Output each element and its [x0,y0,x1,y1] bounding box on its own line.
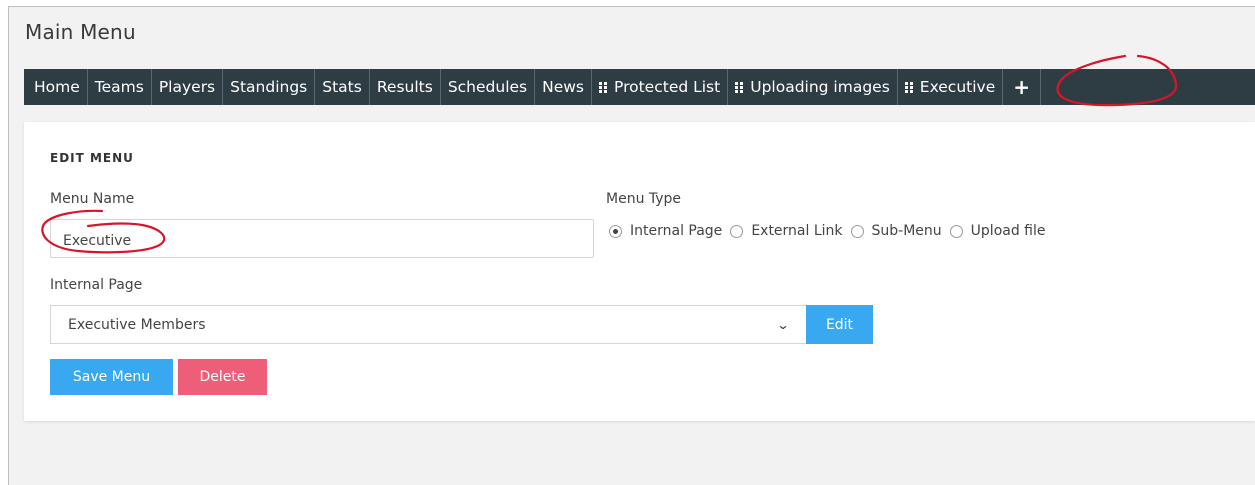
menu-name-input[interactable] [50,219,594,258]
internal-page-select[interactable]: Executive Members ⌄ [50,305,806,344]
nav-item-home[interactable]: Home [24,69,88,105]
nav-item-teams[interactable]: Teams [88,69,152,105]
nav-item-stats[interactable]: Stats [315,69,370,105]
edit-menu-heading: EDIT MENU [50,151,134,165]
radio-selected-icon [609,224,622,238]
nav-item-executive[interactable]: Executive [898,69,1004,105]
drag-grip-icon[interactable] [599,81,608,93]
radio-internal-page[interactable]: Internal Page [609,223,722,239]
chevron-down-icon: ⌄ [776,317,790,332]
nav-item-label: Players [158,78,216,96]
drag-grip-icon[interactable] [735,81,744,93]
nav-item-label: Protected List [614,78,721,96]
nav-item-standings[interactable]: Standings [223,69,316,105]
delete-menu-button[interactable]: Delete [178,359,267,395]
radio-external-link[interactable]: External Link [730,223,843,239]
edit-page-button[interactable]: Edit [806,305,873,344]
radio-label: Upload file [970,223,1046,239]
radio-unselected-icon [949,224,963,238]
add-menu-button[interactable]: + [1003,69,1042,105]
nav-item-schedules[interactable]: Schedules [441,69,536,105]
nav-item-label: Stats [322,78,362,96]
menu-type-radio-group: Internal Page External Link Sub-Menu Upl… [609,223,1054,239]
radio-label: Sub-Menu [871,223,942,239]
nav-item-label: Schedules [447,78,528,96]
menu-type-label: Menu Type [606,191,682,207]
nav-item-news[interactable]: News [535,69,593,105]
nav-item-label: Executive [919,78,996,96]
nav-item-label: Results [376,78,433,96]
internal-page-label: Internal Page [50,277,143,293]
radio-sub-menu[interactable]: Sub-Menu [850,223,942,239]
nav-item-label: Home [34,78,80,96]
nav-item-uploading-images[interactable]: Uploading images [728,69,898,105]
nav-item-protected-list[interactable]: Protected List [592,69,729,105]
radio-upload-file[interactable]: Upload file [949,223,1046,239]
nav-item-results[interactable]: Results [370,69,441,105]
nav-item-label: News [542,78,585,96]
save-menu-button[interactable]: Save Menu [50,359,173,395]
radio-label: Internal Page [630,223,723,239]
nav-item-label: Teams [94,78,144,96]
radio-unselected-icon [850,224,864,238]
radio-unselected-icon [730,224,744,238]
edit-menu-panel: EDIT MENU Menu Name Menu Type Internal P… [24,122,1255,421]
page-title: Main Menu [25,20,136,44]
menu-name-label: Menu Name [50,191,135,207]
nav-item-players[interactable]: Players [152,69,224,105]
radio-label: External Link [751,223,843,239]
nav-item-label: Uploading images [750,78,890,96]
nav-item-label: Standings [230,78,308,96]
internal-page-selected-value: Executive Members [68,316,206,333]
drag-grip-icon[interactable] [904,81,914,93]
main-navbar: Home Teams Players Standings Stats Resul… [24,69,1255,105]
